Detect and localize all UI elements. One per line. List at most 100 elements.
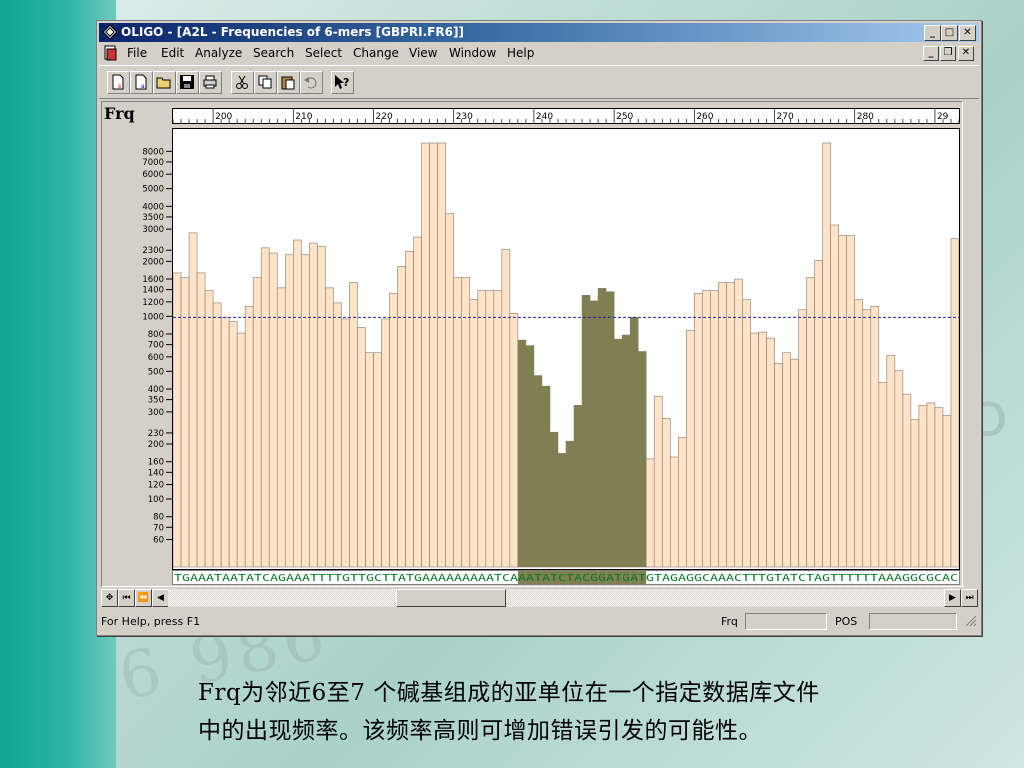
frq-bar [581, 295, 591, 568]
scroll-track[interactable] [168, 589, 944, 607]
frq-bar [212, 302, 222, 568]
frq-bar [341, 318, 350, 568]
new-sense-button[interactable]: s [107, 71, 130, 94]
horizontal-scrollbar[interactable]: ✥ ⏮ ⏪ ◀ ▶ ⏭ [101, 589, 978, 607]
right-arrow-icon[interactable]: ▶ [944, 589, 961, 607]
frq-bar [204, 290, 214, 568]
prev-page-icon[interactable]: ⏪ [135, 589, 152, 607]
frq-bar [734, 278, 743, 568]
y-axis: 80007000 6000 5000 40003500 3000 23002000 1600… [142, 147, 172, 546]
new-sense-icon: s [112, 74, 124, 90]
menu-select[interactable]: Select [305, 46, 342, 60]
y-tick-label: 1000 [142, 312, 164, 322]
scroll-thumb[interactable] [396, 589, 506, 607]
left-arrow-icon[interactable]: ◀ [152, 589, 169, 607]
open-button[interactable] [153, 71, 176, 94]
status-pos-label: POS [835, 615, 858, 628]
undo-button[interactable] [300, 71, 323, 94]
new-antisense-button[interactable]: a [130, 71, 153, 94]
frq-bar [806, 277, 815, 568]
y-tick-label: 60 [153, 536, 164, 546]
frq-bar [565, 440, 575, 568]
mdi-minimize-button[interactable]: _ [923, 46, 939, 61]
frq-bar [629, 317, 639, 568]
status-help-text: For Help, press F1 [101, 615, 201, 628]
first-icon[interactable]: ⏮ [118, 589, 135, 607]
frq-bar [613, 338, 623, 568]
frq-bar [782, 352, 791, 568]
menu-view[interactable]: View [409, 46, 437, 60]
mdi-restore-button[interactable]: ❐ [940, 46, 956, 61]
slide-caption: Frq为邻近6至7 个碱基组成的亚单位在一个指定数据库文件 中的出现频率。该频率… [198, 674, 978, 750]
status-frq-field [745, 613, 827, 630]
minimize-button[interactable]: _ [924, 25, 941, 41]
y-tick-label: 3000 [142, 225, 164, 235]
frq-bar [381, 318, 390, 568]
y-tick-label: 2300 [142, 246, 164, 256]
last-icon[interactable]: ⏭ [961, 589, 978, 607]
frq-bar [718, 282, 727, 568]
zoom-icon[interactable]: ✥ [101, 589, 118, 607]
save-button[interactable] [176, 71, 199, 94]
status-frq-label: Frq [721, 615, 738, 628]
frq-bar [661, 418, 671, 568]
frq-bar [244, 305, 254, 568]
y-tick-label: 1200 [142, 298, 164, 308]
frq-bar [597, 288, 607, 568]
frq-bar [260, 247, 270, 568]
menu-change[interactable]: Change [353, 46, 399, 60]
menu-bar: File Edit Analyze Search Select Change V… [99, 43, 979, 63]
document-icon[interactable] [103, 45, 119, 61]
mdi-close-button[interactable]: ✕ [958, 46, 974, 61]
frq-bar [180, 277, 190, 568]
y-tick-label: 3500 [142, 213, 164, 223]
frq-bar [557, 453, 567, 568]
frq-heading: Frq [104, 104, 135, 123]
frq-bar [228, 321, 238, 568]
frq-bar [525, 345, 535, 568]
ruler-label: 210 [295, 112, 312, 122]
y-tick-label: 1400 [142, 286, 164, 296]
frequency-plot[interactable] [172, 128, 960, 570]
status-bar: For Help, press F1 Frq POS [99, 611, 979, 631]
frq-bar [477, 290, 487, 568]
sequence-strip: TGAAATAATATCAGAAATTTTGTTGCTTATGAAAAAAAAA… [172, 570, 960, 585]
y-tick-label: 6000 [142, 170, 164, 180]
close-button[interactable]: ✕ [959, 25, 976, 41]
copy-button[interactable] [254, 71, 277, 94]
menu-help[interactable]: Help [507, 46, 534, 60]
context-help-button[interactable]: ? [331, 71, 354, 94]
frq-bar [517, 339, 527, 568]
copy-icon [258, 75, 272, 89]
maximize-button[interactable]: □ [941, 25, 958, 41]
frq-bar [870, 305, 880, 568]
frq-bar [926, 402, 936, 568]
cut-icon [236, 75, 248, 89]
menu-analyze[interactable]: Analyze [195, 46, 242, 60]
ruler-label: 240 [536, 112, 553, 122]
ruler-label: 29 [937, 112, 949, 122]
menu-edit[interactable]: Edit [161, 46, 184, 60]
frq-bar [637, 351, 647, 568]
paste-button[interactable] [277, 71, 300, 94]
resize-grip-icon[interactable] [965, 615, 977, 627]
frq-bar [902, 393, 912, 568]
ruler-label: 230 [456, 112, 473, 122]
print-button[interactable] [199, 71, 222, 94]
paste-icon [281, 76, 295, 90]
new-antisense-icon: a [135, 74, 147, 90]
frq-bar [862, 309, 872, 568]
cut-button[interactable] [231, 71, 254, 94]
frq-bar [429, 142, 438, 568]
frq-bar [918, 404, 928, 568]
print-icon [203, 75, 217, 89]
title-bar[interactable]: OLIGO - [A2L - Frequencies of 6-mers [GB… [99, 23, 979, 42]
menu-window[interactable]: Window [449, 46, 496, 60]
frq-bar [814, 260, 823, 568]
menu-search[interactable]: Search [253, 46, 294, 60]
frq-bar [405, 250, 414, 568]
frq-bar [950, 238, 959, 568]
frq-bar [878, 382, 888, 568]
frq-bar [750, 332, 759, 568]
menu-file[interactable]: File [127, 46, 147, 60]
